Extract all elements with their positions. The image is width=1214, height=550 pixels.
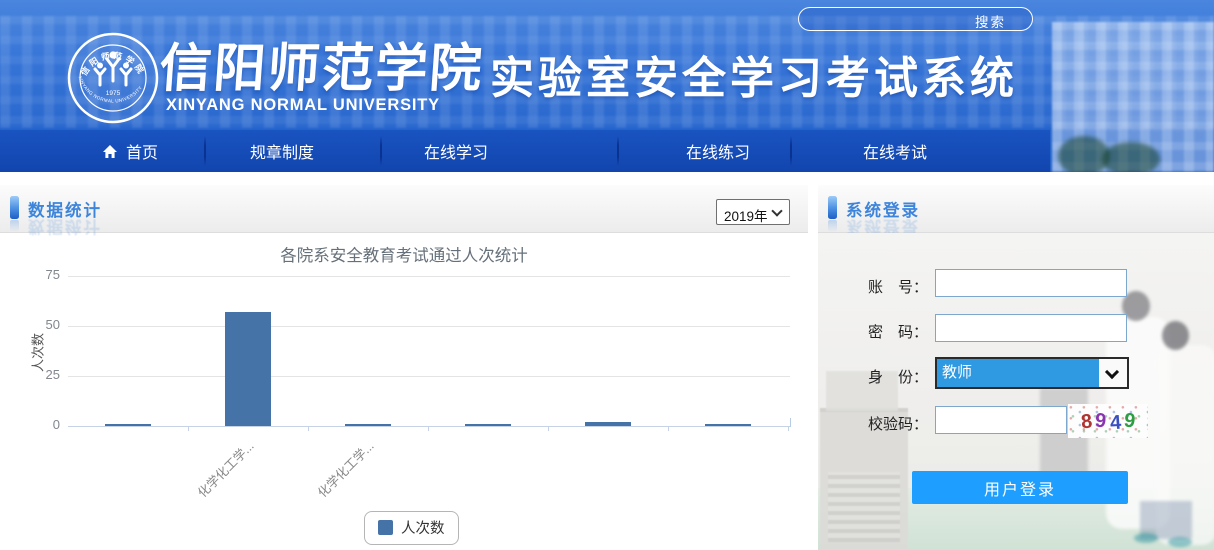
- y-tick-label: 75: [22, 267, 60, 282]
- photo-person: [1134, 533, 1158, 543]
- bar-1: [105, 424, 151, 426]
- x-category-label: 化学化工学...: [165, 436, 258, 529]
- logo-year: 1975: [106, 90, 121, 97]
- main-nav: 首页 规章制度 在线学习 在线练习 在线考试: [0, 130, 1050, 172]
- bar-4: [465, 424, 511, 426]
- y-tick-label: 0: [22, 417, 60, 432]
- account-input[interactable]: [935, 269, 1127, 297]
- bar-3: [345, 424, 391, 426]
- nav-item-online-study[interactable]: 在线学习: [424, 130, 488, 172]
- nav-separator: [380, 136, 382, 166]
- year-select[interactable]: 2019年: [716, 199, 790, 225]
- gridline: [68, 326, 790, 327]
- x-axis-line: [68, 426, 790, 427]
- page: 信阳师范学院 XINYANG NORMAL UNIVERSITY 1975 信阳…: [0, 0, 1214, 550]
- bar-5: [585, 422, 631, 426]
- x-tick: [668, 426, 669, 431]
- system-title: 实验室安全学习考试系统: [490, 42, 1018, 106]
- blue-accent-bar-reflection: [828, 220, 837, 232]
- photo-person: [1162, 321, 1189, 350]
- login-panel: 系统登录 系统登录 账 号： 密: [818, 185, 1214, 550]
- x-tick: [308, 426, 309, 431]
- password-label: 密 码：: [868, 321, 928, 342]
- select-arrow-zone: [1099, 359, 1127, 387]
- captcha-digit: 4: [1109, 411, 1122, 435]
- gridline: [68, 376, 790, 377]
- blue-accent-bar: [828, 196, 837, 219]
- legend-label: 人次数: [401, 517, 445, 538]
- nav-item-label: 在线练习: [686, 139, 750, 163]
- site-header: 信阳师范学院 XINYANG NORMAL UNIVERSITY 1975 信阳…: [0, 0, 1214, 172]
- nav-separator: [617, 136, 619, 166]
- gridline: [68, 276, 790, 277]
- search-label: 搜索: [975, 11, 1006, 31]
- password-input[interactable]: [935, 314, 1127, 342]
- login-body: 账 号： 密 码： 身 份： 教师 校验码： 8 9 4 9 用户登录: [818, 233, 1214, 550]
- nav-item-online-exam[interactable]: 在线考试: [863, 130, 927, 172]
- captcha-input[interactable]: [935, 406, 1067, 434]
- chart-legend[interactable]: 人次数: [364, 511, 459, 545]
- x-tick: [428, 426, 429, 431]
- chevron-down-icon: [1105, 365, 1119, 379]
- stats-panel-header: 数据统计 数据统计 2019年: [0, 185, 808, 233]
- search-pill[interactable]: 搜索: [798, 7, 1033, 31]
- role-label: 身 份：: [868, 366, 928, 387]
- x-tick: [188, 426, 189, 431]
- role-selected-option: 教师: [937, 359, 1099, 387]
- chart-title: 各院系安全教育考试通过人次统计: [0, 242, 808, 266]
- role-select[interactable]: 教师: [935, 357, 1129, 389]
- university-name-zh: 信阳师范学院: [157, 26, 492, 101]
- nav-item-online-practice[interactable]: 在线练习: [686, 130, 750, 172]
- photo-person: [1168, 537, 1192, 547]
- blue-accent-bar-reflection: [10, 220, 19, 232]
- chevron-down-icon: [771, 205, 782, 216]
- nav-item-rules[interactable]: 规章制度: [250, 130, 314, 172]
- login-panel-header: 系统登录 系统登录: [818, 185, 1214, 233]
- bar-2: [225, 312, 271, 426]
- home-icon: [102, 144, 118, 159]
- login-button[interactable]: 用户登录: [912, 471, 1128, 504]
- blue-accent-bar: [10, 196, 19, 219]
- stats-panel-title-reflection: 数据统计: [28, 216, 102, 240]
- photo-tree: [1102, 142, 1160, 172]
- university-name-en: XINYANG NORMAL UNIVERSITY: [166, 96, 440, 115]
- x-tick: [548, 426, 549, 431]
- bar-6: [705, 424, 751, 426]
- nav-separator: [790, 136, 792, 166]
- x-tick: [788, 426, 789, 431]
- captcha-digit: 8: [1080, 410, 1093, 434]
- nav-item-home[interactable]: 首页: [102, 130, 158, 172]
- legend-swatch: [378, 520, 393, 535]
- nav-separator: [204, 136, 206, 166]
- stats-panel: 数据统计 数据统计 2019年 各院系安全教育考试通过人次统计 人次数 0255…: [0, 185, 808, 550]
- bar-chart-plot: 人次数 0255075化学化工学...化学化工学...: [68, 276, 790, 426]
- captcha-label: 校验码：: [868, 413, 928, 434]
- y-tick-label: 50: [22, 317, 60, 332]
- nav-item-label: 规章制度: [250, 139, 314, 163]
- nav-item-label: 在线考试: [863, 139, 927, 163]
- x-category-label: 化学化工学...: [285, 436, 378, 529]
- captcha-image[interactable]: 8 9 4 9: [1068, 404, 1148, 438]
- account-label: 账 号：: [868, 276, 928, 297]
- year-select-value: 2019年: [724, 205, 768, 225]
- nav-item-label: 首页: [126, 139, 158, 163]
- university-logo[interactable]: 信阳师范学院 XINYANG NORMAL UNIVERSITY 1975: [66, 31, 160, 125]
- captcha-digit: 9: [1094, 409, 1107, 433]
- axis-end-tick: [790, 418, 791, 427]
- nav-item-label: 在线学习: [424, 139, 488, 163]
- y-tick-label: 25: [22, 367, 60, 382]
- captcha-digit: 9: [1122, 409, 1136, 433]
